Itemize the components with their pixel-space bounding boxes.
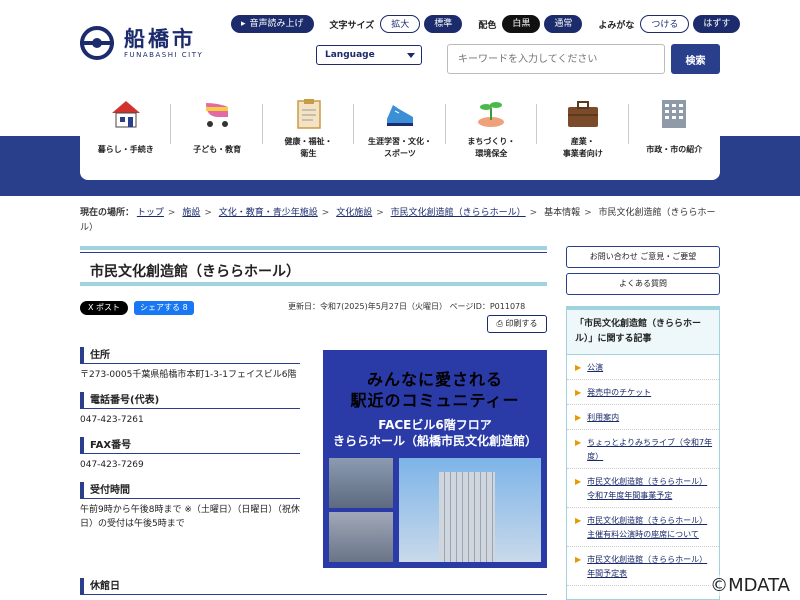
- triangle-right-icon: ▶: [575, 516, 582, 525]
- share-buttons: X ポスト シェアする 8: [80, 301, 194, 315]
- address-value: 〒273-0005千葉県船橋市本町1-3-1フェイスビル6階: [80, 370, 297, 380]
- facebook-share-button[interactable]: シェアする 8: [134, 301, 194, 315]
- breadcrumb: 現在の場所： トップ > 施設 > 文化・教育・青少年施設 > 文化施設 > 市民文化創…: [80, 208, 716, 233]
- triangle-right-icon: ▶: [575, 413, 582, 422]
- page-title-box: 市民文化創造館（きららホール）: [80, 246, 547, 286]
- city-emblem-icon: [80, 26, 114, 60]
- search-input[interactable]: [447, 44, 665, 74]
- accessibility-toolbar: ▸ 音声読み上げ 文字サイズ 拡大 標準 配色 白黒 通常 よみがな つける はず…: [231, 15, 741, 33]
- nav-item-industry[interactable]: 産業・ 事業者向け: [537, 90, 629, 180]
- shoe-icon: [382, 96, 418, 132]
- furigana-label: よみがな: [598, 20, 635, 31]
- breadcrumb-basic-info: 基本情報: [544, 208, 581, 218]
- breadcrumb-head: 現在の場所：: [80, 208, 135, 218]
- list-item[interactable]: ▶ 市民文化創造館（きららホール）主催有料公演時の座席について: [567, 508, 719, 546]
- banner-line-3: FACEビル6階フロア: [378, 418, 492, 432]
- logo-subtitle: FUNABASHI CITY: [124, 51, 204, 59]
- breadcrumb-link-culture-facilities[interactable]: 文化・教育・青少年施設: [219, 208, 318, 218]
- x-post-button[interactable]: X ポスト: [80, 301, 129, 315]
- language-select[interactable]: Language: [316, 45, 422, 65]
- nav-item-children[interactable]: 子ども・教育: [171, 90, 264, 180]
- sprout-icon: [473, 96, 509, 132]
- stroller-icon: [199, 96, 235, 132]
- search-button[interactable]: 検索: [671, 44, 720, 74]
- color-label: 配色: [478, 20, 497, 31]
- building-icon: [656, 96, 692, 132]
- caret-down-icon: [407, 53, 415, 58]
- lobby-photo: [329, 458, 393, 508]
- inquiry-button[interactable]: お問い合わせ ご意見・ご要望: [566, 246, 720, 268]
- list-item[interactable]: ▶ 市民文化創造館（きららホール）年間予定表: [567, 547, 719, 585]
- page-title: 市民文化創造館（きららホール）: [90, 264, 300, 280]
- list-item[interactable]: ▶ 利用案内: [567, 405, 719, 429]
- breadcrumb-link-top[interactable]: トップ: [137, 208, 164, 218]
- list-item[interactable]: ▶ ちょっとよりみちライブ（令和7年度）: [567, 430, 719, 468]
- facility-info: 住所 〒273-0005千葉県船橋市本町1-3-1フェイスビル6階 電話番号(代…: [80, 347, 300, 541]
- fax-heading: FAX番号: [80, 437, 300, 454]
- faq-button[interactable]: よくある質問: [566, 273, 720, 295]
- house-icon: [108, 96, 144, 132]
- triangle-right-icon: ▶: [575, 438, 582, 447]
- watermark: ©MDATA: [710, 575, 790, 596]
- text-size-standard-button[interactable]: 標準: [424, 15, 463, 33]
- triangle-right-icon: ▶: [575, 477, 582, 486]
- text-size-large-button[interactable]: 拡大: [380, 15, 421, 33]
- banner-line-4: きららホール（船橋市民文化創造館）: [332, 434, 537, 448]
- phone-heading: 電話番号(代表): [80, 392, 300, 409]
- list-item[interactable]: ▶ 発売中のチケット: [567, 380, 719, 404]
- speaker-icon: ▸: [241, 19, 246, 29]
- entrance-photo: [329, 512, 393, 562]
- breadcrumb-link-cultural[interactable]: 文化施設: [336, 208, 372, 218]
- triangle-right-icon: ▶: [575, 388, 582, 397]
- nav-item-health[interactable]: 健康・福祉・ 衛生: [263, 90, 355, 180]
- phone-value: 047-423-7261: [80, 415, 144, 425]
- nav-item-living[interactable]: 暮らし・手続き: [80, 90, 172, 180]
- clipboard-icon: [291, 96, 327, 132]
- furigana-on-button[interactable]: つける: [640, 15, 690, 33]
- breadcrumb-link-kirara[interactable]: 市民文化創造館（きららホール）: [391, 208, 526, 218]
- site-logo[interactable]: 船橋市 FUNABASHI CITY: [80, 26, 203, 60]
- logo-title: 船橋市: [124, 27, 196, 51]
- related-articles-title: 「市民文化創造館（きららホール）」に関する記事: [567, 310, 719, 355]
- triangle-right-icon: ▶: [575, 555, 582, 564]
- briefcase-icon: [565, 96, 601, 132]
- furigana-off-button[interactable]: はずす: [693, 15, 741, 33]
- read-aloud-button[interactable]: ▸ 音声読み上げ: [231, 15, 314, 33]
- page-meta: 更新日：令和7(2025)年5月27日（火曜日） ページID：P011078: [288, 302, 526, 311]
- promo-banner: みんなに愛される 駅近のコミュニティー FACEビル6階フロア きららホール（船…: [323, 350, 547, 568]
- hours-heading: 受付時間: [80, 482, 300, 499]
- triangle-right-icon: ▶: [575, 363, 582, 372]
- color-normal-button[interactable]: 通常: [544, 15, 583, 33]
- building-photo: [399, 458, 541, 562]
- list-item[interactable]: ▶ 公演: [567, 355, 719, 379]
- breadcrumb-link-facilities[interactable]: 施設: [182, 208, 200, 218]
- address-heading: 住所: [80, 347, 300, 364]
- fax-value: 047-423-7269: [80, 460, 144, 470]
- text-size-label: 文字サイズ: [329, 20, 375, 31]
- color-white-black-button[interactable]: 白黒: [502, 15, 541, 33]
- print-button[interactable]: ⎙ 印刷する: [487, 315, 547, 333]
- category-nav: 暮らし・手続き 子ども・教育 健康・福祉・ 衛生 生涯学習・文化・ スポーツ ま…: [80, 90, 720, 180]
- related-articles: 「市民文化創造館（きららホール）」に関する記事 ▶ 公演 ▶ 発売中のチケット ▶ 利…: [566, 306, 720, 600]
- nav-item-culture[interactable]: 生涯学習・文化・ スポーツ: [354, 90, 447, 180]
- list-item[interactable]: ▶ 市民文化創造館（きららホール）令和7年度年間事業予定: [567, 469, 719, 507]
- nav-item-city-info[interactable]: 市政・市の紹介: [629, 90, 720, 180]
- banner-line-2: 駅近のコミュニティー: [350, 391, 520, 410]
- nav-item-town[interactable]: まちづくり・ 環境保全: [446, 90, 538, 180]
- hours-value: 午前9時から午後8時まで ※（土曜日）（日曜日）（祝休日）の受付は午後5時まで: [80, 505, 300, 529]
- closed-days-heading: 休館日: [80, 578, 547, 595]
